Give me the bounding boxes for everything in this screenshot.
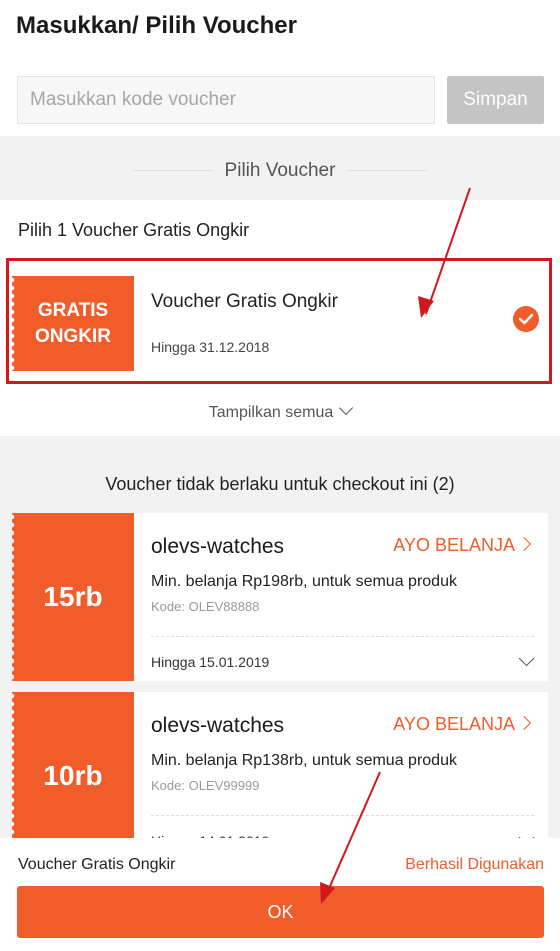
voucher-badge: 15rb [12,513,134,681]
shop-now-label: AYO BELANJA [393,535,515,555]
shop-now-link[interactable]: AYO BELANJA [393,535,532,556]
save-button[interactable]: Simpan [447,76,544,124]
shop-name: olevs-watches [151,714,285,737]
voucher-code: Kode: OLEV88888 [151,599,260,614]
divider [151,815,534,816]
voucher-card[interactable]: 10rb olevs-watches AYO BELANJA Min. bela… [12,692,548,860]
invalid-vouchers-label: Voucher tidak berlaku untuk checkout ini… [105,474,455,494]
min-spend: Min. belanja Rp138rb, untuk semua produk [151,752,457,769]
annotation-highlight-box [6,258,552,384]
chevron-down-icon [339,400,354,416]
chevron-right-icon [516,536,532,552]
divider [151,636,534,637]
ok-button[interactable]: OK [17,886,544,938]
min-spend: Min. belanja Rp198rb, untuk semua produk [151,573,457,590]
shop-now-link[interactable]: AYO BELANJA [393,714,532,735]
selected-voucher-label: Voucher Gratis Ongkir [18,856,176,873]
show-all-label: Tampilkan semua [208,404,334,421]
voucher-code: Kode: OLEV99999 [151,778,260,793]
ticket-edge [12,692,16,860]
shop-name: olevs-watches [151,535,285,558]
voucher-code-input[interactable] [17,76,435,124]
show-all-link[interactable]: Tampilkan semua [0,400,560,422]
voucher-amount: 15rb [43,581,103,612]
status-text: Berhasil Digunakan [405,856,544,873]
ticket-edge [12,513,16,681]
voucher-amount: 10rb [43,760,103,791]
page-title: Masukkan/ Pilih Voucher [16,12,297,39]
voucher-card[interactable]: 15rb olevs-watches AYO BELANJA Min. bela… [12,513,548,681]
section-title: Pilih Voucher [224,160,336,181]
voucher-valid-until: Hingga 15.01.2019 [151,654,270,670]
chevron-right-icon [516,715,532,731]
shop-now-label: AYO BELANJA [393,714,515,734]
chevron-down-icon[interactable] [518,650,535,667]
voucher-badge: 10rb [12,692,134,860]
free-shipping-label: Pilih 1 Voucher Gratis Ongkir [18,220,250,240]
